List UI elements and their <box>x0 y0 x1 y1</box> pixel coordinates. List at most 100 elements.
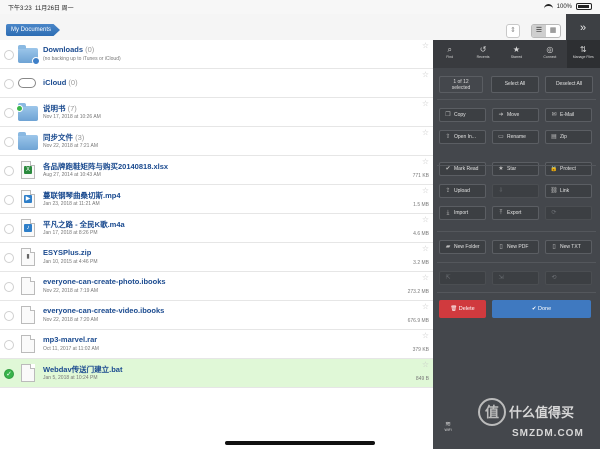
upload-button[interactable]: ⇪ Upload <box>439 184 486 198</box>
delete-button[interactable]: 🗑 Delete <box>439 300 486 318</box>
expand-button[interactable]: ⇱ <box>439 271 486 285</box>
file-meta: Jan 10, 2015 at 4:46 PM <box>43 259 98 265</box>
tab-recents[interactable]: ↺ Recents <box>466 40 499 68</box>
refresh-button[interactable]: ⟲ <box>545 271 592 285</box>
row-checkbox[interactable] <box>4 224 14 234</box>
row-checkbox[interactable]: ✓ <box>4 369 14 379</box>
file-row[interactable]: everyone-can-create-video.ibooks Nov 22, … <box>0 301 433 330</box>
row-checkbox[interactable] <box>4 137 14 147</box>
import-button[interactable]: ⤓ Import <box>439 206 486 220</box>
file-size: 3.2 MB <box>413 260 429 266</box>
new-folder-button[interactable]: ▰ New Folder <box>439 240 486 254</box>
file-size: 273.2 MB <box>407 289 429 295</box>
star-outline-icon[interactable]: ☆ <box>422 273 429 282</box>
row-checkbox[interactable] <box>4 79 14 89</box>
row-checkbox[interactable] <box>4 282 14 292</box>
row-checkbox[interactable] <box>4 195 14 205</box>
file-row[interactable]: iCloud (0) ☆ <box>0 69 433 98</box>
wifi-tab[interactable]: ≋ WiFi <box>433 420 463 442</box>
home-indicator[interactable] <box>225 441 375 445</box>
collapse-button[interactable]: ⇲ <box>492 271 539 285</box>
item-count: (0) <box>68 78 78 87</box>
file-row[interactable]: ♪ 平凡之路 - 全民K歌.m4a Jan 17, 2018 at 8:26 PM 4… <box>0 214 433 243</box>
star-outline-icon[interactable]: ☆ <box>422 157 429 166</box>
star-outline-icon[interactable]: ☆ <box>422 215 429 224</box>
export-icon: ⤒ <box>499 210 503 216</box>
double-chevron-right-icon[interactable]: » <box>566 14 600 42</box>
star-outline-icon[interactable]: ☆ <box>422 99 429 108</box>
open-in-button[interactable]: ⇧ Open In... <box>439 130 486 144</box>
file-row[interactable]: ▶ 蔓联钢琴曲桑切斯.mp4 Jan 23, 2018 at 11:21 AM 1.5… <box>0 185 433 214</box>
new-pdf-icon: ▯ <box>499 244 503 250</box>
star-outline-icon[interactable]: ☆ <box>422 70 429 79</box>
file-meta: Jan 17, 2018 at 8:26 PM <box>43 230 98 236</box>
row-checkbox[interactable] <box>4 253 14 263</box>
view-mode-toggle: ☰ ▦ <box>531 24 561 38</box>
grid-view-icon[interactable]: ▦ <box>546 25 560 37</box>
file-row[interactable]: X 各品牌跑鞋矩阵与购买20140818.xlsx Aug 27, 2014 at … <box>0 156 433 185</box>
rename-icon: ▭ <box>498 134 504 140</box>
link-button[interactable]: ⛓ Link <box>545 184 592 198</box>
upload-icon: ⇪ <box>445 188 451 194</box>
file-row[interactable]: 同步文件 (3) Nov 22, 2018 at 7:21 AM ☆ <box>0 127 433 156</box>
star-outline-icon[interactable]: ☆ <box>422 360 429 369</box>
folder-icon <box>18 131 38 151</box>
manage-files-icon: ⇅ <box>579 45 587 54</box>
file-row[interactable]: ▮ ESYSPlus.zip Jan 10, 2015 at 4:46 PM 3.2 … <box>0 243 433 272</box>
document-icon <box>18 276 38 296</box>
file-meta: Nov 22, 2018 at 7:19 AM <box>43 288 99 294</box>
tab-connect[interactable]: ◎ Connect <box>533 40 566 68</box>
done-button[interactable]: ✔ Done <box>492 300 591 318</box>
move-button[interactable]: ➜ Move <box>492 108 539 122</box>
export-button[interactable]: ⤒ Export <box>492 206 539 220</box>
row-checkbox[interactable] <box>4 166 14 176</box>
file-row[interactable]: mp3-marvel.rar Oct 11, 2017 at 11:02 AM 37… <box>0 330 433 359</box>
star-outline-icon[interactable]: ☆ <box>422 128 429 137</box>
star-outline-icon[interactable]: ☆ <box>422 186 429 195</box>
file-meta: Nov 22, 2018 at 7:21 AM <box>43 143 99 149</box>
sync-button[interactable]: ⟳ <box>545 206 592 220</box>
tab-manage-files[interactable]: ⇅ Manage Files <box>566 40 600 68</box>
link-icon: ⛓ <box>550 188 558 194</box>
copy-icon: ❐ <box>445 112 451 118</box>
sort-arrows-icon[interactable]: ⇕ <box>506 24 520 38</box>
manage-files-panel: ⌕ Find ↺ Recents ★ Starred ◎ Connect ⇅ Manage Fil… <box>433 40 600 449</box>
row-checkbox[interactable] <box>4 311 14 321</box>
item-count: (3) <box>75 133 85 142</box>
row-checkbox[interactable] <box>4 108 14 118</box>
file-name: everyone-can-create-video.ibooks <box>43 306 165 315</box>
download-button[interactable]: ⇩ <box>492 184 539 198</box>
collapse-icon: ⇲ <box>498 275 504 281</box>
file-row[interactable]: Downloads (0) (no backing up to iTunes or… <box>0 40 433 69</box>
new-pdf-button[interactable]: ▯ New PDF <box>492 240 539 254</box>
status-bar: 下午3:23 11月26日 周一 100% <box>0 0 600 14</box>
rename-button[interactable]: ▭ Rename <box>492 130 539 144</box>
globe-icon: ◎ <box>546 45 554 54</box>
tab-find[interactable]: ⌕ Find <box>433 40 466 68</box>
list-view-icon[interactable]: ☰ <box>532 25 546 37</box>
row-checkbox[interactable] <box>4 340 14 350</box>
status-right: 100% <box>543 3 592 10</box>
star-outline-icon[interactable]: ☆ <box>422 331 429 340</box>
new-txt-button[interactable]: ▯ New TXT <box>545 240 592 254</box>
star-outline-icon[interactable]: ☆ <box>422 41 429 50</box>
tab-starred[interactable]: ★ Starred <box>500 40 533 68</box>
deselect-all-button[interactable]: Deselect All <box>545 76 593 93</box>
row-checkbox[interactable] <box>4 50 14 60</box>
expand-icon: ⇱ <box>445 275 451 281</box>
select-all-button[interactable]: Select All <box>491 76 539 93</box>
copy-button[interactable]: ❐ Copy <box>439 108 486 122</box>
file-row[interactable]: everyone-can-create-photo.ibooks Nov 22, … <box>0 272 433 301</box>
file-row[interactable]: ✓ Webdav传送门建立.bat Jan 5, 2018 at 10:24 PM 8… <box>0 359 433 388</box>
file-meta: Jan 5, 2018 at 10:24 PM <box>43 375 98 381</box>
file-meta: Nov 22, 2018 at 7:20 AM <box>43 317 99 323</box>
star-outline-icon[interactable]: ☆ <box>422 302 429 311</box>
e-mail-button[interactable]: ✉ E-Mail <box>545 108 592 122</box>
star-outline-icon[interactable]: ☆ <box>422 244 429 253</box>
file-row[interactable]: 说明书 (7) Nov 17, 2018 at 10:26 AM ☆ <box>0 98 433 127</box>
breadcrumb-my-documents[interactable]: My Documents <box>6 24 61 36</box>
zip-button[interactable]: ▤ Zip <box>545 130 592 144</box>
document-icon <box>18 305 38 325</box>
file-size: 1.5 MB <box>413 202 429 208</box>
document-icon <box>18 334 38 354</box>
